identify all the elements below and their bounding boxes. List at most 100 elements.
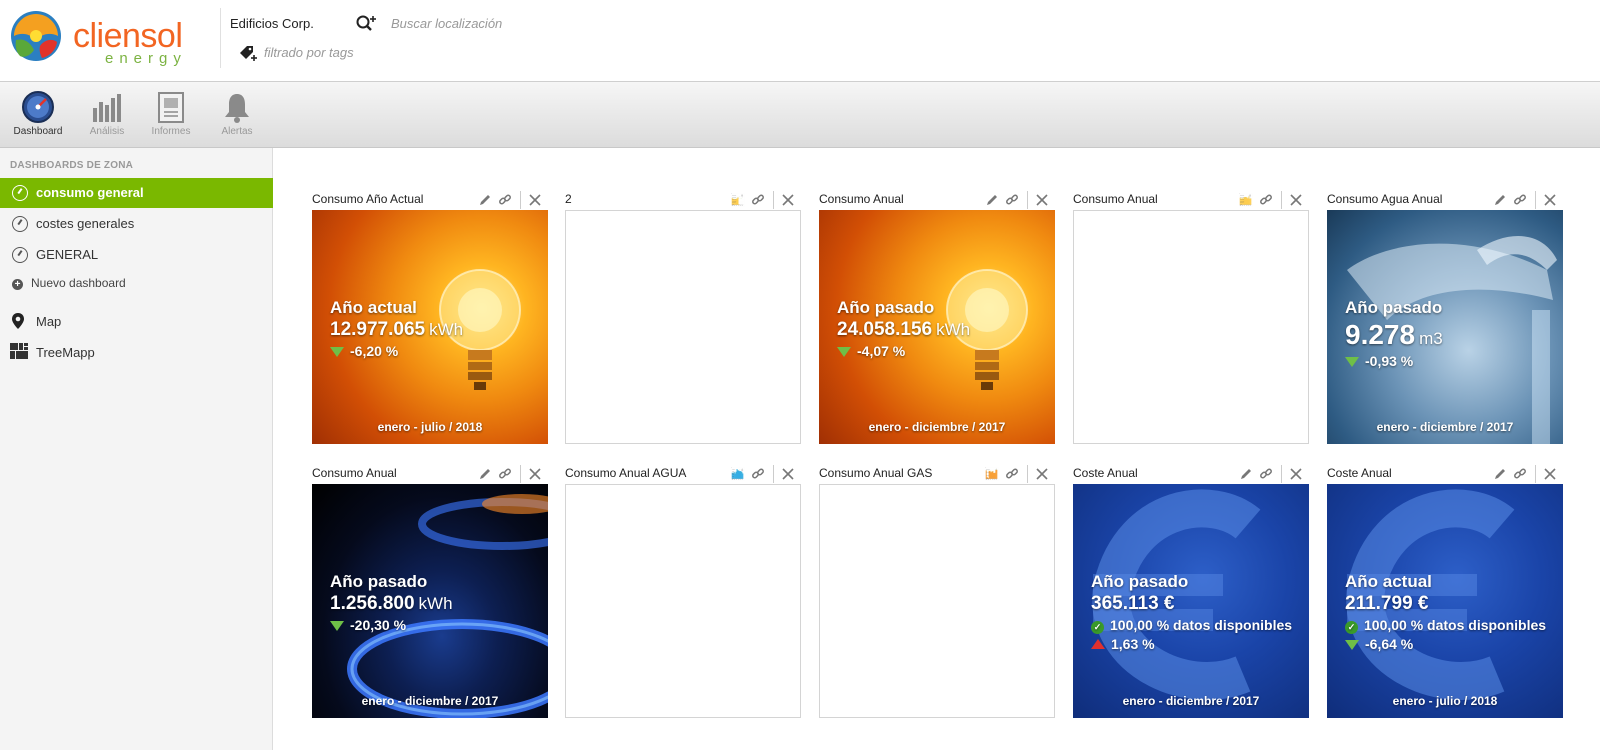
dashboard-item-costes-generales[interactable]: costes generales xyxy=(0,209,273,239)
pencil-edit-icon[interactable] xyxy=(478,193,492,207)
close-icon[interactable] xyxy=(1289,467,1303,481)
bar-chart[interactable] xyxy=(820,485,1055,635)
chart-bar[interactable] xyxy=(741,471,743,479)
bar-chart[interactable] xyxy=(1074,211,1309,361)
link-icon[interactable] xyxy=(498,467,512,481)
close-icon[interactable] xyxy=(781,193,795,207)
link-icon[interactable] xyxy=(1005,467,1019,481)
pencil-edit-icon[interactable] xyxy=(1239,467,1253,481)
chart-bar[interactable] xyxy=(740,471,742,479)
dashboard-widget[interactable]: Consumo Anual GAS 0 kWh 50.000 kWh 100.000 … xyxy=(819,465,1055,718)
cliensol-logo[interactable]: cliensol energy xyxy=(10,8,210,68)
dashboard-widget[interactable]: Consumo Anual AGUA 0 m3 200 m3 400 m3 600 m3… xyxy=(565,465,801,718)
link-icon[interactable] xyxy=(1259,193,1273,207)
link-icon[interactable] xyxy=(1259,467,1273,481)
pencil-edit-icon[interactable]: 0 m3200 m3400 m3600 m3800 m31.000 m32017… xyxy=(731,467,745,481)
pencil-edit-icon[interactable]: 0 kWh50.000 kWh100.000 kWh150.000 kWh201… xyxy=(985,467,999,481)
kpi-tile[interactable]: Año pasado 365.113 € ✓ 100,00 % datos dispo… xyxy=(1073,484,1309,718)
close-icon[interactable] xyxy=(1035,193,1049,207)
link-icon[interactable] xyxy=(1513,193,1527,207)
chart-bar[interactable] xyxy=(986,476,988,479)
pencil-edit-icon[interactable] xyxy=(1493,193,1507,207)
kpi-tile[interactable]: Año pasado 24.058.156 kWh -4,07 % enero - di… xyxy=(819,210,1055,444)
chart-tile[interactable] xyxy=(565,484,801,718)
chart-bar[interactable] xyxy=(1246,197,1248,205)
chart-bar[interactable] xyxy=(1249,198,1251,205)
toolbar-analysis-button[interactable]: Análisis xyxy=(77,90,137,144)
chart-bar[interactable] xyxy=(736,469,738,479)
pencil-edit-icon[interactable] xyxy=(1493,467,1507,481)
tag-filter-input[interactable]: filtrado por tags xyxy=(264,45,354,60)
pencil-edit-icon[interactable]: 0 kWh500.000 kWh1.000.000 kWh1.500.000 k… xyxy=(731,193,745,207)
dashboard-widget[interactable]: 2 0 kWh 500.000 kWh 1.000.000 kWh 1.500.000 … xyxy=(565,191,801,444)
dashboard-widget[interactable]: Coste Anual Año actual 211.799 € ✓ 100,00 % … xyxy=(1327,465,1563,718)
chart-bar[interactable] xyxy=(985,470,987,479)
chart-bar[interactable] xyxy=(734,473,736,479)
chart-bar[interactable] xyxy=(992,471,994,479)
chart-bar[interactable] xyxy=(738,204,740,205)
dashboard-item-consumo-general[interactable]: consumo general xyxy=(0,178,273,208)
chart-tile[interactable] xyxy=(1073,210,1309,444)
chart-bar[interactable] xyxy=(1250,198,1252,205)
chart-bar[interactable] xyxy=(1244,196,1246,205)
toolbar-dashboard-button[interactable]: Dashboard xyxy=(8,90,68,144)
pencil-edit-icon[interactable] xyxy=(478,467,492,481)
close-icon[interactable] xyxy=(1543,193,1557,207)
chart-bar[interactable] xyxy=(1247,198,1249,205)
close-icon[interactable] xyxy=(1289,193,1303,207)
chart-bar[interactable] xyxy=(736,198,738,205)
close-icon[interactable] xyxy=(528,193,542,207)
toolbar-alerts-button[interactable]: Alertas xyxy=(207,90,267,144)
pencil-edit-icon[interactable]: 0 kWh500.000 kWh1.000.000 kWh1.500.000 k… xyxy=(1239,193,1253,207)
bar-chart[interactable] xyxy=(566,211,801,361)
kpi-tile[interactable]: Año pasado 1.256.800 kWh -20,30 % enero - di… xyxy=(312,484,548,718)
chart-bar[interactable] xyxy=(735,471,737,479)
chart-bar[interactable] xyxy=(737,197,739,205)
dashboard-widget[interactable]: Coste Anual Año pasado 365.113 € ✓ 100,00 % … xyxy=(1073,465,1309,718)
link-icon[interactable] xyxy=(498,193,512,207)
chart-bar[interactable] xyxy=(742,473,744,479)
dashboard-widget[interactable]: Consumo Agua Anual Año pasado 9.278 m3 -0,93… xyxy=(1327,191,1563,444)
chart-bar[interactable] xyxy=(988,471,990,479)
close-icon[interactable] xyxy=(1543,467,1557,481)
link-icon[interactable] xyxy=(751,193,765,207)
dashboard-item-general[interactable]: GENERAL xyxy=(0,240,273,270)
search-location-input[interactable]: Buscar localización xyxy=(391,16,502,31)
close-icon[interactable] xyxy=(528,467,542,481)
chart-bar[interactable] xyxy=(994,472,996,479)
chart-bar[interactable] xyxy=(737,470,739,479)
kpi-tile[interactable]: Año pasado 9.278 m3 -0,93 % enero - diciembr… xyxy=(1327,210,1563,444)
sidebar-link-treemapp[interactable]: TreeMapp xyxy=(10,343,95,362)
dashboard-widget[interactable]: Consumo Anual Año pasado 1.256.800 kWh -20,3… xyxy=(312,465,548,718)
chart-bar[interactable] xyxy=(1245,197,1247,205)
toolbar-reports-button[interactable]: Informes xyxy=(141,90,201,144)
dashboard-widget[interactable]: Consumo Anual Año pasado 24.058.156 kWh -4,0… xyxy=(819,191,1055,444)
dashboard-widget[interactable]: Consumo Anual 0 kWh 500.000 kWh 1.000.000 k… xyxy=(1073,191,1309,444)
chart-bar[interactable] xyxy=(993,473,995,479)
pencil-edit-icon[interactable] xyxy=(985,193,999,207)
chart-bar[interactable] xyxy=(987,477,989,479)
close-icon[interactable] xyxy=(1035,467,1049,481)
search-location-icon[interactable] xyxy=(355,14,377,34)
new-dashboard-button[interactable]: + Nuevo dashboard xyxy=(12,276,126,290)
chart-bar[interactable] xyxy=(989,470,991,479)
organization-selector[interactable]: Edificios Corp. xyxy=(230,16,314,31)
close-icon[interactable] xyxy=(781,467,795,481)
link-icon[interactable] xyxy=(1513,467,1527,481)
chart-bar[interactable] xyxy=(739,471,741,479)
kpi-tile[interactable]: Año actual 12.977.065 kWh -6,20 % enero - ju… xyxy=(312,210,548,444)
chart-bar[interactable] xyxy=(990,472,992,479)
link-icon[interactable] xyxy=(1005,193,1019,207)
kpi-tile[interactable]: Año actual 211.799 € ✓ 100,00 % datos dispo… xyxy=(1327,484,1563,718)
bar-chart[interactable] xyxy=(566,485,801,635)
chart-bar[interactable] xyxy=(1248,196,1250,205)
tag-add-icon[interactable] xyxy=(238,44,258,62)
chart-bar[interactable] xyxy=(738,470,740,479)
chart-tile[interactable] xyxy=(565,210,801,444)
chart-bar[interactable] xyxy=(991,471,993,479)
chart-bar[interactable] xyxy=(995,470,997,479)
link-icon[interactable] xyxy=(751,467,765,481)
dashboard-widget[interactable]: Consumo Año Actual Año actual 12.977.065 kW… xyxy=(312,191,548,444)
sidebar-link-map[interactable]: Map xyxy=(10,312,61,333)
chart-tile[interactable] xyxy=(819,484,1055,718)
